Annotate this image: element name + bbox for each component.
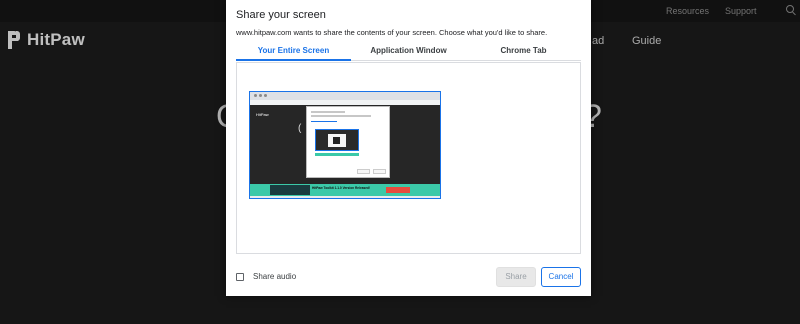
share-screen-dialog: Share your screen www.hitpaw.com wants t… — [226, 0, 591, 296]
thumbnail-dialog — [306, 106, 390, 178]
source-picker-panel: HitPaw ( HitPaw Toolkit 1.1.0 Version Re… — [236, 62, 581, 254]
share-button[interactable]: Share — [496, 267, 536, 287]
entire-screen-thumbnail[interactable]: HitPaw ( HitPaw Toolkit 1.1.0 Version Re… — [249, 91, 441, 199]
share-audio-option[interactable]: Share audio — [236, 272, 296, 281]
thumbnail-logo: HitPaw — [256, 112, 269, 117]
dialog-title: Share your screen — [236, 9, 326, 21]
share-audio-label: Share audio — [253, 272, 297, 281]
source-tabs: Your Entire Screen Application Window Ch… — [236, 41, 581, 61]
cancel-button[interactable]: Cancel — [541, 267, 581, 287]
thumbnail-banner: HitPaw Toolkit 1.1.0 Version Released! — [250, 184, 440, 196]
tab-chrome-tab[interactable]: Chrome Tab — [466, 41, 581, 60]
dialog-description: www.hitpaw.com wants to share the conten… — [236, 28, 548, 37]
share-audio-checkbox[interactable] — [236, 272, 244, 281]
tab-entire-screen[interactable]: Your Entire Screen — [236, 41, 351, 61]
tab-application-window[interactable]: Application Window — [351, 41, 466, 60]
